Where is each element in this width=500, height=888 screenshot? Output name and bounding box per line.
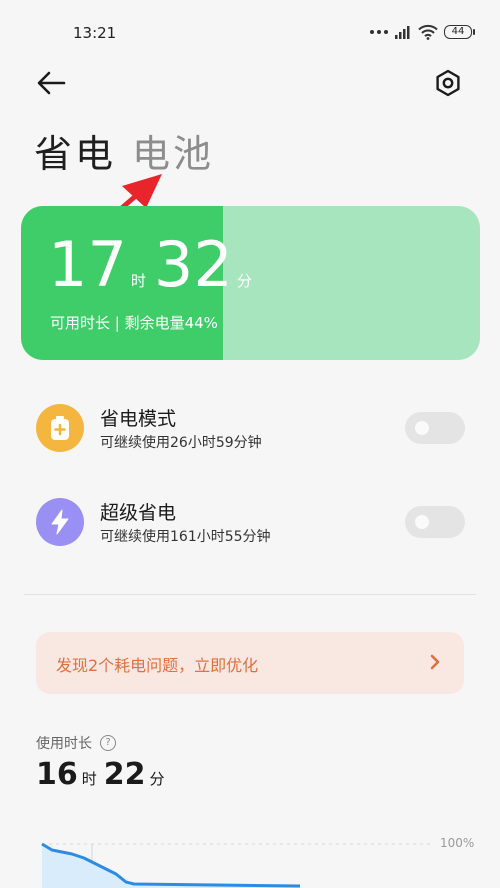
power-saving-mode-toggle[interactable] bbox=[405, 412, 465, 444]
power-saving-mode-row[interactable]: 省电模式 可继续使用26小时59分钟 bbox=[0, 394, 500, 464]
toggle-knob bbox=[415, 515, 429, 529]
battery-card[interactable]: 17 时 32 分 可用时长 | 剩余电量44% bbox=[21, 206, 480, 360]
power-saving-mode-subtitle: 可继续使用26小时59分钟 bbox=[100, 435, 262, 451]
back-arrow-icon bbox=[37, 71, 66, 95]
remaining-time: 17 时 32 分 bbox=[48, 230, 260, 300]
usage-minutes: 22 bbox=[103, 757, 146, 792]
power-saving-mode-title: 省电模式 bbox=[100, 408, 177, 430]
ultra-power-saving-toggle[interactable] bbox=[405, 506, 465, 538]
help-icon[interactable]: ? bbox=[100, 735, 116, 751]
usage-duration-value: 16 时 22 分 bbox=[36, 757, 172, 792]
settings-button[interactable] bbox=[433, 68, 463, 98]
usage-label-text: 使用时长 bbox=[36, 736, 92, 752]
status-icons: 44 bbox=[370, 24, 475, 40]
battery-usage-chart bbox=[41, 842, 430, 888]
usage-hours: 16 bbox=[36, 757, 78, 792]
more-dots-icon bbox=[370, 30, 388, 34]
battery-level-area bbox=[42, 844, 300, 888]
gear-icon bbox=[436, 69, 460, 97]
chevron-right-icon bbox=[430, 654, 440, 670]
back-button[interactable] bbox=[34, 68, 68, 98]
ultra-power-saving-row[interactable]: 超级省电 可继续使用161小时55分钟 bbox=[0, 488, 500, 558]
ultra-power-saving-subtitle: 可继续使用161小时55分钟 bbox=[100, 529, 271, 545]
usage-hour-unit: 时 bbox=[81, 770, 97, 788]
remaining-minutes: 32 bbox=[153, 228, 233, 301]
chart-max-label: 100% bbox=[440, 836, 475, 850]
minute-unit: 分 bbox=[236, 272, 252, 290]
wifi-icon bbox=[418, 24, 438, 40]
divider bbox=[24, 594, 476, 595]
battery-subtitle: 可用时长 | 剩余电量44% bbox=[50, 314, 218, 332]
toggle-knob bbox=[415, 421, 429, 435]
hour-unit: 时 bbox=[130, 272, 146, 290]
battery-status-icon: 44 bbox=[444, 25, 475, 39]
status-time: 13:21 bbox=[73, 24, 117, 42]
usage-duration-label: 使用时长 ? bbox=[36, 733, 116, 753]
lightning-icon bbox=[36, 498, 84, 546]
optimize-issues-banner[interactable]: 发现2个耗电问题，立即优化 bbox=[36, 632, 464, 694]
remaining-hours: 17 bbox=[48, 228, 127, 301]
battery-plus-icon bbox=[36, 404, 84, 452]
ultra-power-saving-title: 超级省电 bbox=[100, 502, 177, 524]
optimize-issues-text: 发现2个耗电问题，立即优化 bbox=[56, 656, 259, 675]
signal-icon bbox=[395, 26, 410, 39]
usage-minute-unit: 分 bbox=[149, 770, 165, 788]
